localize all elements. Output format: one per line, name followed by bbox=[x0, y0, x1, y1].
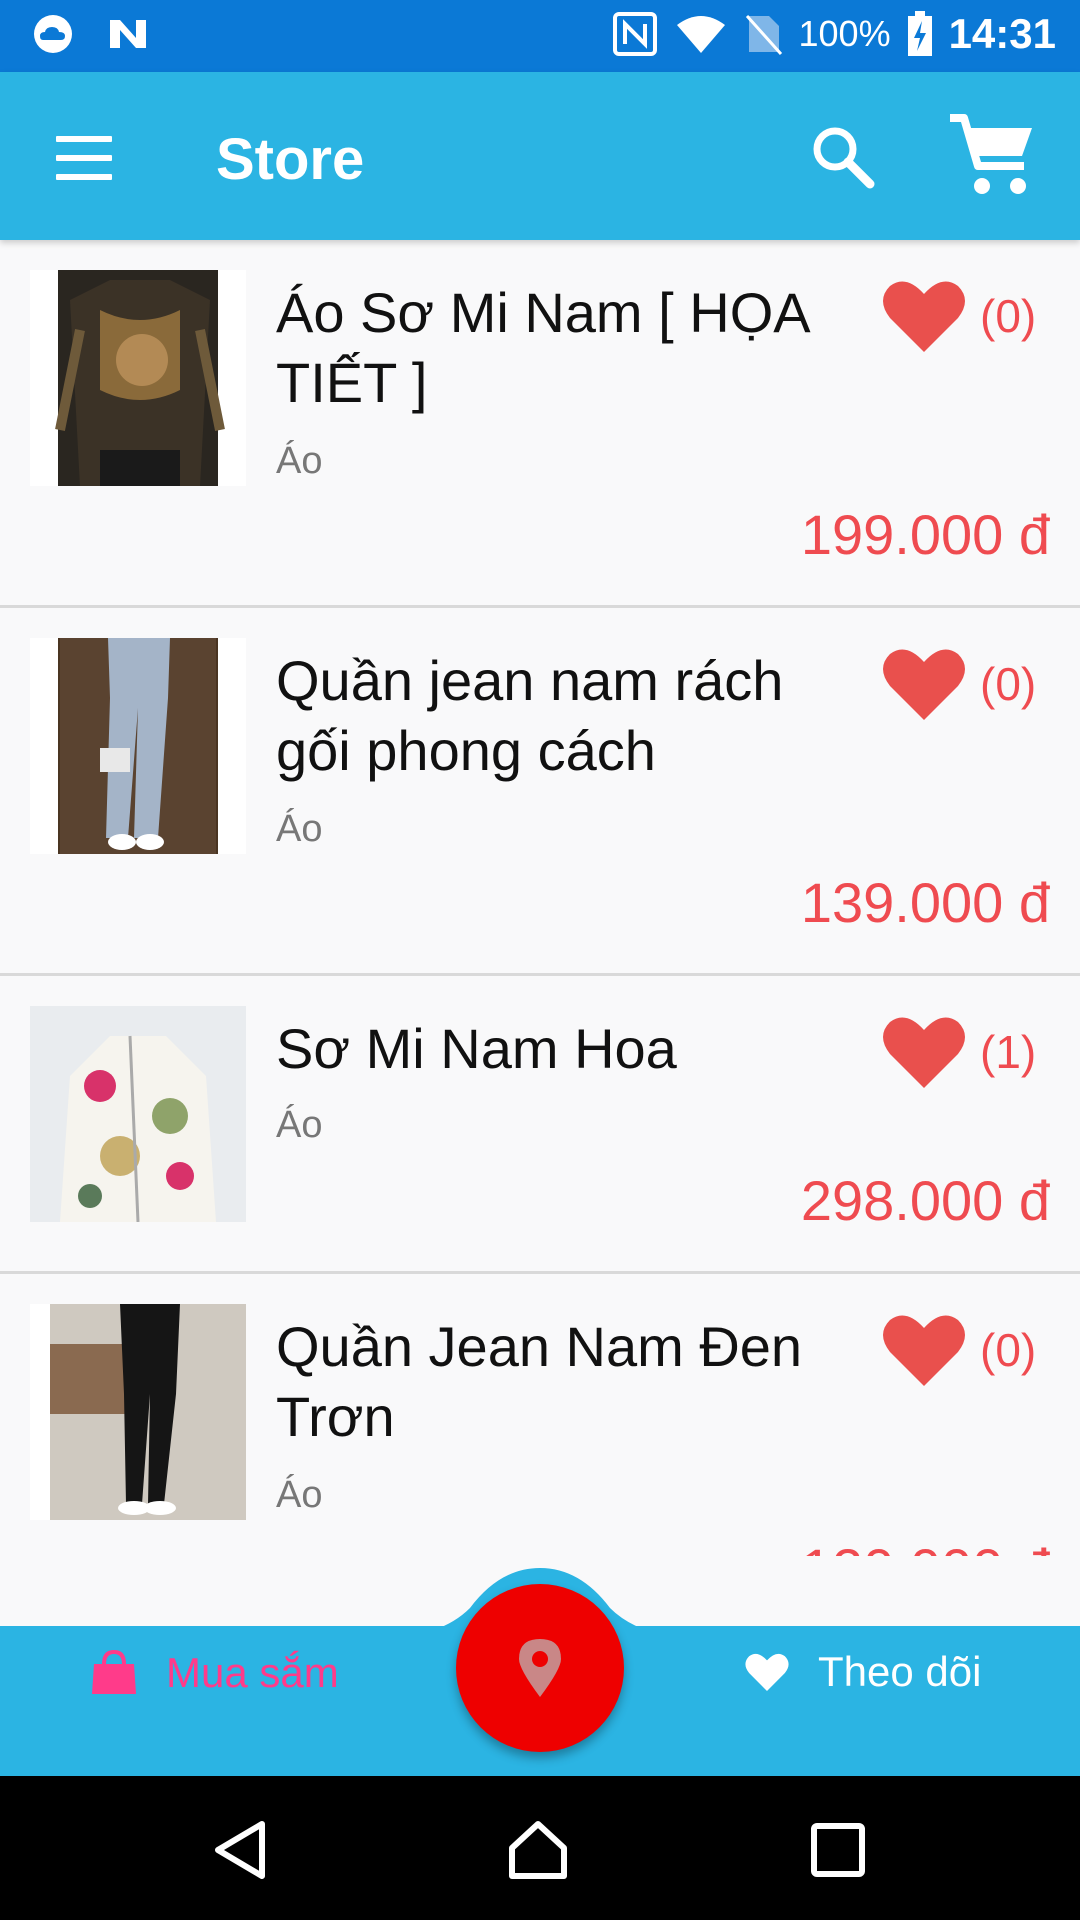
heart-icon bbox=[745, 1653, 789, 1691]
product-category: Áo bbox=[276, 1474, 323, 1516]
product-price: 120.000 đ bbox=[801, 1536, 1050, 1556]
product-image[interactable] bbox=[30, 638, 246, 854]
heart-icon[interactable] bbox=[882, 278, 966, 354]
product-category: Áo bbox=[276, 1104, 323, 1146]
product-name[interactable]: Áo Sơ Mi Nam [ HỌA TIẾT ] bbox=[276, 278, 846, 418]
cart-icon[interactable] bbox=[948, 112, 1036, 200]
cloud-icon bbox=[34, 15, 72, 53]
location-fab[interactable] bbox=[456, 1584, 624, 1752]
no-sim-icon bbox=[745, 14, 782, 56]
system-navigation-bar bbox=[0, 1776, 1080, 1920]
n-logo-icon bbox=[110, 20, 146, 48]
favorite-count: (0) bbox=[980, 658, 1037, 710]
wifi-icon bbox=[676, 16, 725, 53]
product-price: 199.000 đ bbox=[800, 503, 1050, 566]
back-icon[interactable] bbox=[210, 1818, 274, 1882]
tab-follow-label[interactable]: Theo dõi bbox=[818, 1648, 981, 1696]
product-image[interactable] bbox=[30, 1304, 246, 1520]
tab-shopping-label[interactable]: Mua sắm bbox=[166, 1649, 339, 1697]
status-bar: 100% 14:31 bbox=[0, 0, 1080, 72]
product-item[interactable]: Áo Sơ Mi Nam [ HỌA TIẾT ] Áo (0) 199.000… bbox=[0, 240, 1080, 608]
favorite-count: (0) bbox=[980, 1324, 1037, 1376]
product-name[interactable]: Quần Jean Nam Đen Trơn bbox=[276, 1312, 846, 1452]
product-list[interactable]: Áo Sơ Mi Nam [ HỌA TIẾT ] Áo (0) 199.000… bbox=[0, 240, 1080, 1556]
app-bar: Store bbox=[0, 72, 1080, 240]
recents-icon[interactable] bbox=[806, 1818, 870, 1882]
product-image[interactable] bbox=[30, 270, 246, 486]
product-category: Áo bbox=[276, 440, 323, 482]
heart-icon[interactable] bbox=[882, 1014, 966, 1090]
shopping-bag-icon bbox=[92, 1649, 136, 1694]
heart-icon[interactable] bbox=[882, 646, 966, 722]
favorite-count: (0) bbox=[980, 290, 1037, 342]
menu-icon[interactable] bbox=[56, 136, 112, 180]
clock: 14:31 bbox=[948, 10, 1056, 57]
nfc-icon bbox=[612, 12, 657, 56]
product-image[interactable] bbox=[30, 1006, 246, 1222]
product-price: 298.000 đ bbox=[800, 1169, 1050, 1232]
favorite[interactable]: (0) bbox=[882, 278, 1036, 354]
product-price: 139.000 đ bbox=[800, 871, 1050, 934]
product-item[interactable]: Sơ Mi Nam Hoa Áo (1) 298.000 đ bbox=[0, 976, 1080, 1274]
favorite[interactable]: (0) bbox=[882, 1312, 1036, 1388]
page-title: Store bbox=[216, 127, 365, 192]
battery-charging-icon bbox=[907, 11, 932, 56]
product-item[interactable]: Quần Jean Nam Đen Trơn Áo (0) 120.000 đ bbox=[0, 1274, 1080, 1556]
favorite[interactable]: (0) bbox=[882, 646, 1036, 722]
heart-icon[interactable] bbox=[882, 1312, 966, 1388]
search-icon[interactable] bbox=[808, 122, 878, 192]
location-pin-icon bbox=[519, 1639, 561, 1697]
product-category: Áo bbox=[276, 808, 323, 850]
tab-shopping[interactable]: Mua sắm bbox=[90, 1648, 339, 1698]
home-icon[interactable] bbox=[506, 1818, 570, 1882]
favorite-count: (1) bbox=[980, 1026, 1037, 1078]
favorite[interactable]: (1) bbox=[882, 1014, 1036, 1090]
battery-percent: 100% bbox=[798, 13, 891, 54]
product-name[interactable]: Sơ Mi Nam Hoa bbox=[276, 1014, 846, 1084]
product-item[interactable]: Quần jean nam rách gối phong cách Áo (0)… bbox=[0, 608, 1080, 976]
product-name[interactable]: Quần jean nam rách gối phong cách bbox=[276, 646, 846, 786]
tab-follow[interactable]: Theo dõi bbox=[744, 1648, 981, 1696]
